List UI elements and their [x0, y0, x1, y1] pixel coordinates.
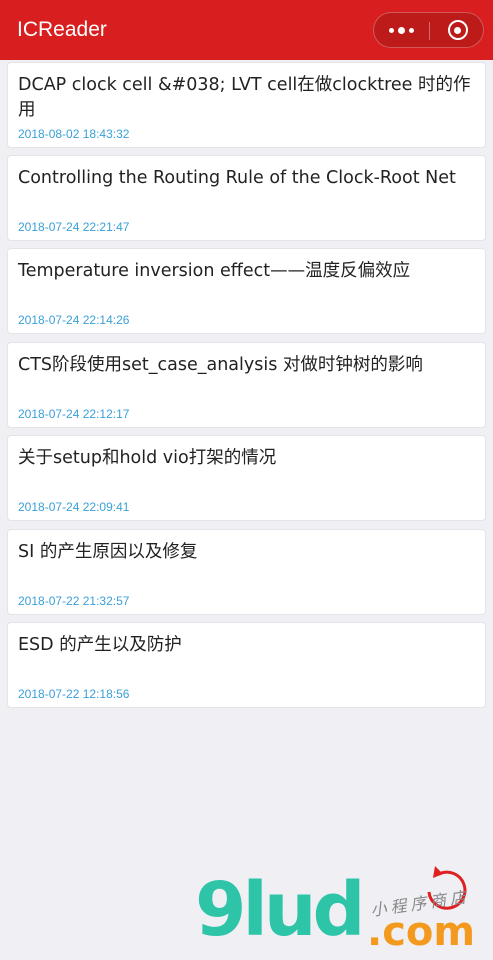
app-title: ICReader — [17, 18, 107, 41]
target-close-icon[interactable] — [430, 13, 485, 47]
post-card[interactable]: 关于setup和hold vio打架的情况 2018-07-24 22:09:4… — [7, 435, 486, 521]
post-title: DCAP clock cell &#038; LVT cell在做clocktr… — [18, 75, 471, 120]
navigation-bar: ICReader — [0, 0, 493, 60]
post-card[interactable]: CTS阶段使用set_case_analysis 对做时钟树的影响 2018-0… — [7, 342, 486, 428]
post-title: CTS阶段使用set_case_analysis 对做时钟树的影响 — [18, 355, 423, 375]
post-title: ESD 的产生以及防护 — [18, 635, 182, 655]
post-title: Controlling the Routing Rule of the Cloc… — [18, 168, 456, 188]
post-title: Temperature inversion effect——温度反偏效应 — [18, 261, 411, 281]
post-date: 2018-07-22 12:18:56 — [18, 687, 130, 701]
post-date: 2018-07-22 21:32:57 — [18, 594, 130, 608]
post-date: 2018-07-24 22:12:17 — [18, 407, 130, 421]
post-card[interactable]: SI 的产生原因以及修复 2018-07-22 21:32:57 — [7, 529, 486, 615]
post-card[interactable]: Temperature inversion effect——温度反偏效应 201… — [7, 248, 486, 334]
watermark-brand: 9lud — [195, 867, 366, 953]
post-title: SI 的产生原因以及修复 — [18, 542, 198, 562]
post-date: 2018-07-24 22:09:41 — [18, 500, 130, 514]
post-date: 2018-08-02 18:43:32 — [18, 127, 130, 141]
post-card[interactable]: Controlling the Routing Rule of the Cloc… — [7, 155, 486, 241]
more-dots-icon[interactable] — [374, 13, 429, 47]
post-title: 关于setup和hold vio打架的情况 — [18, 448, 277, 468]
post-date: 2018-07-24 22:14:26 — [18, 313, 130, 327]
watermark-logo: 9lud 小程序商店 .com — [195, 860, 493, 960]
post-card[interactable]: ESD 的产生以及防护 2018-07-22 12:18:56 — [7, 622, 486, 708]
watermark-domain: .com — [367, 909, 476, 955]
post-card[interactable]: DCAP clock cell &#038; LVT cell在做clocktr… — [7, 62, 486, 148]
mini-program-capsule — [373, 12, 484, 48]
post-date: 2018-07-24 22:21:47 — [18, 220, 130, 234]
